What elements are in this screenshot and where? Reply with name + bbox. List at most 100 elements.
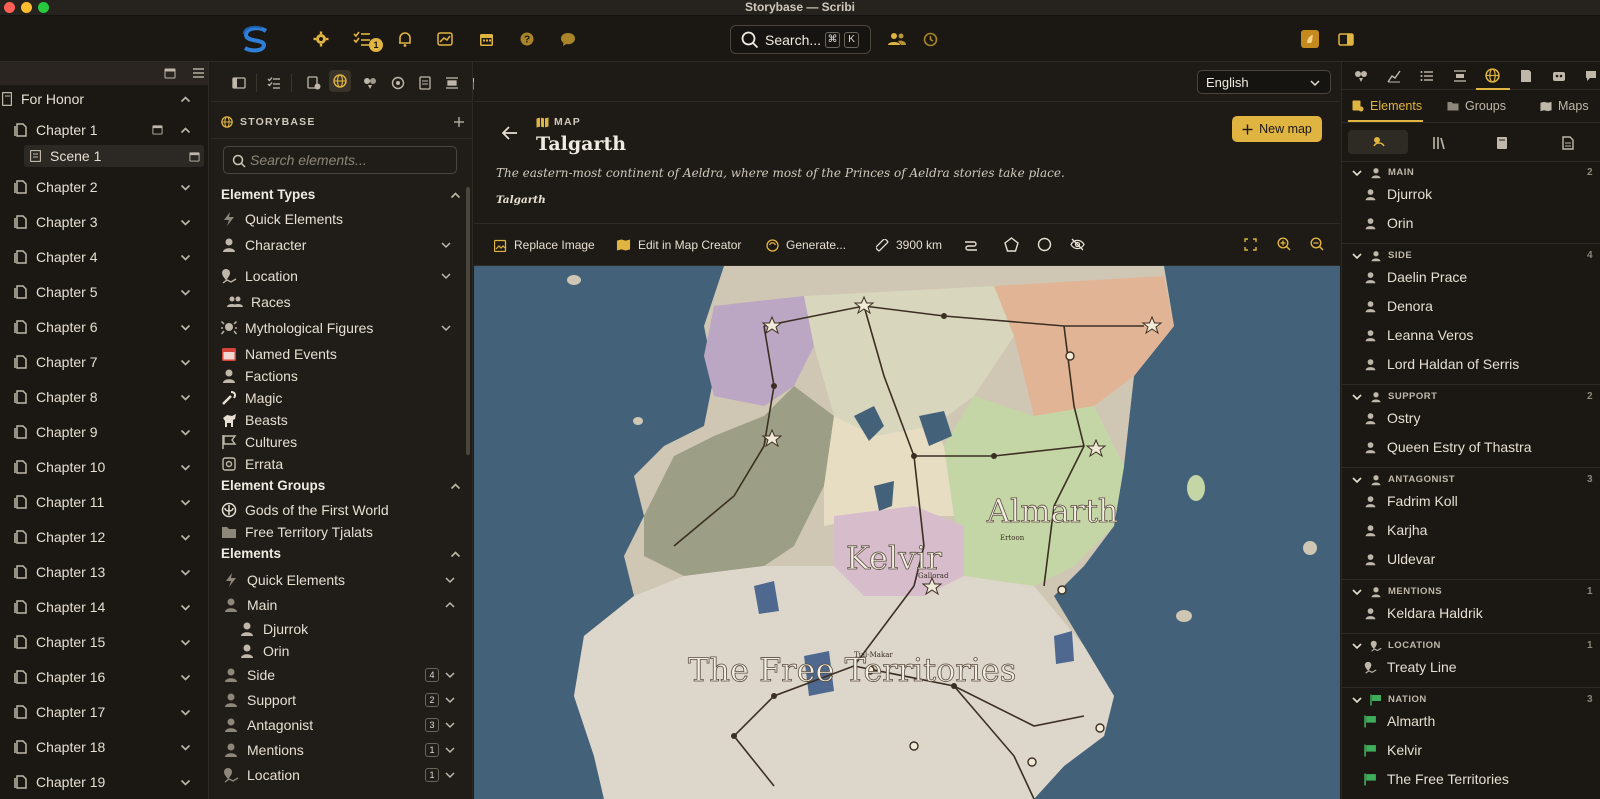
timeline-icon[interactable] xyxy=(445,76,459,90)
group-free-territory-tjalats[interactable]: Free Territory Tjalats xyxy=(221,522,461,542)
relations-icon[interactable] xyxy=(363,76,377,90)
type-quick-elements[interactable]: Quick Elements xyxy=(221,209,461,229)
group-header[interactable]: SIDE 4 xyxy=(1342,246,1600,265)
element-types-heading[interactable]: Element Types xyxy=(221,187,461,202)
chevron-down-icon[interactable] xyxy=(180,567,191,578)
chapter-row[interactable]: Chapter 15 xyxy=(0,628,209,656)
circle-icon[interactable] xyxy=(391,76,405,90)
map-label-gallorad[interactable]: Gallorad xyxy=(918,572,949,580)
chapter-row[interactable]: Chapter 10 xyxy=(0,453,209,481)
relations-icon[interactable] xyxy=(1354,69,1368,83)
chevron-down-icon[interactable] xyxy=(180,777,191,788)
chevron-down-icon[interactable] xyxy=(445,720,455,730)
library-icon[interactable] xyxy=(1432,136,1446,150)
element-item[interactable]: Leanna Veros xyxy=(1364,325,1594,345)
chevron-down-icon[interactable] xyxy=(180,252,191,263)
type-mythological-figures[interactable]: Mythological Figures xyxy=(221,318,461,338)
map-label-free-territories[interactable]: The Free Territories xyxy=(688,651,1017,690)
chapter-row[interactable]: Chapter 14 xyxy=(0,593,209,621)
chevron-up-icon[interactable] xyxy=(450,481,461,492)
map-canvas[interactable]: Almarth Kelvir The Free Territories Erto… xyxy=(474,266,1340,799)
chevron-down-icon[interactable] xyxy=(180,532,191,543)
chevron-down-icon[interactable] xyxy=(1352,587,1362,597)
globe-icon[interactable] xyxy=(1485,68,1500,83)
element-item[interactable]: Treaty Line xyxy=(1364,657,1594,677)
chapter-row[interactable]: Chapter 6 xyxy=(0,313,209,341)
element-djurrok[interactable]: Djurrok xyxy=(239,619,479,639)
chart-icon[interactable] xyxy=(1387,69,1401,83)
element-item[interactable]: Keldara Haldrik xyxy=(1364,603,1594,623)
type-beasts[interactable]: Beasts xyxy=(221,410,461,430)
notebook-icon[interactable] xyxy=(1496,136,1508,150)
chevron-down-icon[interactable] xyxy=(441,271,451,281)
zoom-out-icon[interactable] xyxy=(1310,237,1324,251)
chevron-down-icon[interactable] xyxy=(180,602,191,613)
chevron-down-icon[interactable] xyxy=(1352,641,1362,651)
chevron-up-icon[interactable] xyxy=(450,190,461,201)
chevron-up-icon[interactable] xyxy=(180,125,191,136)
type-location[interactable]: Location xyxy=(221,266,461,286)
element-item[interactable]: Karjha xyxy=(1364,520,1594,540)
elements-support[interactable]: Support 2 xyxy=(223,690,463,710)
element-item[interactable]: Lord Haldan of Serris xyxy=(1364,354,1594,374)
chevron-down-icon[interactable] xyxy=(180,217,191,228)
chevron-up-icon[interactable] xyxy=(445,600,455,610)
comments-icon[interactable] xyxy=(1585,69,1599,83)
chevron-down-icon[interactable] xyxy=(1352,251,1362,261)
chapter-row[interactable]: Chapter 9 xyxy=(0,418,209,446)
element-item[interactable]: Uldevar xyxy=(1364,549,1594,569)
help-icon[interactable]: ? xyxy=(516,28,538,50)
calendar-icon[interactable] xyxy=(152,124,163,135)
element-item[interactable]: Orin xyxy=(1364,213,1594,233)
hide-icon[interactable] xyxy=(1070,237,1085,252)
type-factions[interactable]: Factions xyxy=(221,366,461,386)
chevron-down-icon[interactable] xyxy=(1352,168,1362,178)
distance-scale-button[interactable]: 3900 km xyxy=(876,238,942,252)
element-groups-heading[interactable]: Element Groups xyxy=(221,478,461,493)
element-item[interactable]: Kelvir xyxy=(1364,740,1594,760)
chevron-down-icon[interactable] xyxy=(445,670,455,680)
chapter-row[interactable]: Chapter 4 xyxy=(0,243,209,271)
elements-heading[interactable]: Elements xyxy=(221,546,461,561)
chevron-down-icon[interactable] xyxy=(445,575,455,585)
type-errata[interactable]: Errata xyxy=(221,454,461,474)
checklist-icon[interactable] xyxy=(267,76,281,90)
chapter-row[interactable]: Chapter 2 xyxy=(0,173,209,201)
project-row[interactable]: For Honor xyxy=(0,85,209,113)
type-cultures[interactable]: Cultures xyxy=(221,432,461,452)
map-view-button[interactable] xyxy=(329,70,351,92)
elements-main[interactable]: Main xyxy=(223,595,463,615)
type-races[interactable]: Races xyxy=(227,292,467,312)
chevron-down-icon[interactable] xyxy=(180,742,191,753)
global-search-button[interactable]: Search... ⌘ K xyxy=(730,25,871,54)
chapter-row[interactable]: Chapter 1 xyxy=(0,116,209,144)
generate-button[interactable]: Generate... xyxy=(766,238,846,252)
chevron-down-icon[interactable] xyxy=(180,182,191,193)
scene-row[interactable]: Scene 1 xyxy=(24,145,204,167)
chevron-up-icon[interactable] xyxy=(450,549,461,560)
map-label-almarth[interactable]: Almarth xyxy=(986,492,1119,531)
chevron-down-icon[interactable] xyxy=(180,357,191,368)
elements-side[interactable]: Side 4 xyxy=(223,665,463,685)
chevron-down-icon[interactable] xyxy=(445,745,455,755)
group-header[interactable]: LOCATION 1 xyxy=(1342,636,1600,655)
type-character[interactable]: Character xyxy=(221,235,461,255)
history-icon[interactable] xyxy=(919,28,941,50)
tab-groups[interactable]: Groups xyxy=(1447,99,1506,113)
group-header[interactable]: SUPPORT 2 xyxy=(1342,387,1600,406)
element-item[interactable]: Almarth xyxy=(1364,711,1594,731)
chevron-down-icon[interactable] xyxy=(1352,392,1362,402)
chapter-row[interactable]: Chapter 3 xyxy=(0,208,209,236)
tab-maps[interactable]: Maps xyxy=(1540,99,1589,113)
bell-icon[interactable] xyxy=(394,28,416,50)
group-header[interactable]: MENTIONS 1 xyxy=(1342,582,1600,601)
chevron-down-icon[interactable] xyxy=(180,462,191,473)
back-arrow-icon[interactable] xyxy=(502,126,518,140)
map-label-ertoon[interactable]: Ertoon xyxy=(1000,534,1025,542)
chapter-row[interactable]: Chapter 11 xyxy=(0,488,209,516)
menu-icon[interactable] xyxy=(193,68,204,78)
elements-location[interactable]: Location 1 xyxy=(223,765,463,785)
fullscreen-icon[interactable] xyxy=(1244,238,1257,251)
map-label-tjal-makar[interactable]: Tjal-Makar xyxy=(854,651,893,659)
add-icon[interactable] xyxy=(453,116,465,128)
